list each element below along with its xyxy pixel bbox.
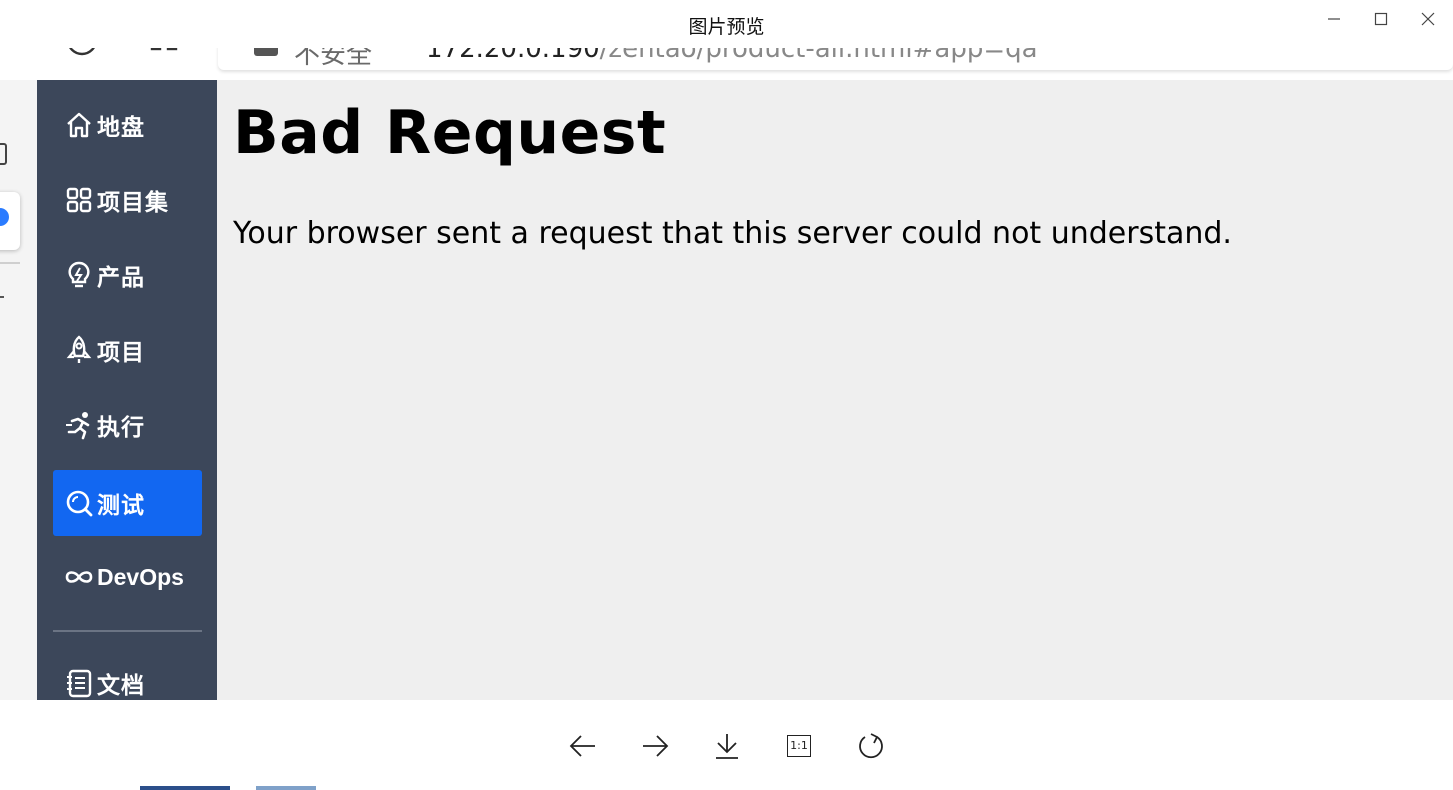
arrow-left-icon bbox=[569, 735, 595, 757]
error-message: Your browser sent a request that this se… bbox=[233, 216, 1232, 251]
rocket-icon bbox=[63, 334, 95, 366]
sidebar-item-project[interactable]: 项目 bbox=[53, 317, 202, 383]
image-preview-canvas: 不安全 172.20.0.190/zentao/product-all.html… bbox=[0, 48, 1453, 700]
sidebar-item-label: 项目 bbox=[97, 340, 145, 366]
maximize-button[interactable] bbox=[1361, 6, 1401, 32]
insecure-label: 不安全 bbox=[294, 48, 373, 70]
sidebar-item-execution[interactable]: 执行 bbox=[53, 392, 202, 458]
minimize-icon bbox=[1328, 18, 1340, 20]
apps-icon bbox=[150, 48, 178, 51]
infinity-icon bbox=[63, 561, 95, 593]
close-icon bbox=[1421, 12, 1435, 26]
sidebar-item-program[interactable]: 项目集 bbox=[53, 167, 202, 233]
sidebar-divider bbox=[53, 630, 202, 632]
sidebar-item-product[interactable]: 产品 bbox=[53, 242, 202, 308]
sidebar-item-label: 执行 bbox=[97, 415, 145, 441]
sidebar-item-test[interactable]: 测试 bbox=[53, 470, 202, 536]
window-title: 图片预览 bbox=[688, 16, 765, 38]
previous-image-button[interactable] bbox=[563, 726, 603, 766]
next-image-button[interactable] bbox=[635, 726, 675, 766]
preview-toolbar: 1:1 bbox=[0, 700, 1453, 790]
sidebar-item-doc[interactable]: 文档 bbox=[53, 650, 202, 700]
rotate-button[interactable] bbox=[851, 726, 891, 766]
sidebar-item-devops[interactable]: DevOps bbox=[53, 544, 202, 610]
strip-mark bbox=[0, 296, 4, 298]
sidebar-item-label: 项目集 bbox=[97, 190, 169, 216]
sidebar-item-home[interactable]: 地盘 bbox=[53, 92, 202, 158]
document-icon bbox=[63, 667, 95, 699]
sidebar-item-label: 地盘 bbox=[97, 115, 145, 141]
search-icon bbox=[63, 487, 95, 519]
preview-title-bar: 图片预览 bbox=[0, 0, 1453, 48]
download-icon bbox=[716, 734, 738, 759]
page-title: Bad Request bbox=[233, 98, 667, 168]
browser-toolbar: 不安全 172.20.0.190/zentao/product-all.html… bbox=[0, 48, 1453, 82]
sidebar-item-label: 文档 bbox=[97, 673, 145, 699]
lightbulb-icon bbox=[63, 259, 95, 291]
url-text[interactable]: 172.20.0.190/zentao/product-all.html#app… bbox=[426, 48, 1038, 64]
actual-size-icon: 1:1 bbox=[787, 735, 811, 757]
arrow-right-icon bbox=[643, 735, 669, 757]
url-host: 172.20.0.190 bbox=[426, 48, 600, 64]
taskbar-peek bbox=[256, 786, 316, 790]
home-icon bbox=[63, 109, 95, 141]
strip-divider bbox=[0, 262, 20, 264]
running-icon bbox=[63, 409, 95, 441]
grid-icon bbox=[63, 184, 95, 216]
download-button[interactable] bbox=[707, 726, 747, 766]
close-button[interactable] bbox=[1408, 6, 1448, 32]
minimize-button[interactable] bbox=[1314, 6, 1354, 32]
maximize-icon bbox=[1374, 12, 1388, 26]
taskbar-peek bbox=[140, 786, 230, 790]
sidebar-item-label: DevOps bbox=[97, 563, 184, 590]
url-path: /zentao/product-all.html#app=qa bbox=[599, 48, 1038, 64]
browser-side-strip bbox=[0, 80, 37, 700]
zentao-sidebar: 地盘 项目集 产品 项目 执行 测试 DevOps 文档 bbox=[37, 80, 217, 700]
strip-icon bbox=[0, 143, 7, 165]
sidebar-item-label: 产品 bbox=[97, 265, 145, 291]
actual-size-button[interactable]: 1:1 bbox=[779, 726, 819, 766]
error-page: Bad Request Your browser sent a request … bbox=[217, 80, 1453, 700]
warning-icon bbox=[254, 48, 278, 56]
refresh-icon bbox=[69, 48, 95, 56]
sidebar-item-label: 测试 bbox=[97, 493, 145, 519]
rotate-icon bbox=[859, 733, 883, 759]
